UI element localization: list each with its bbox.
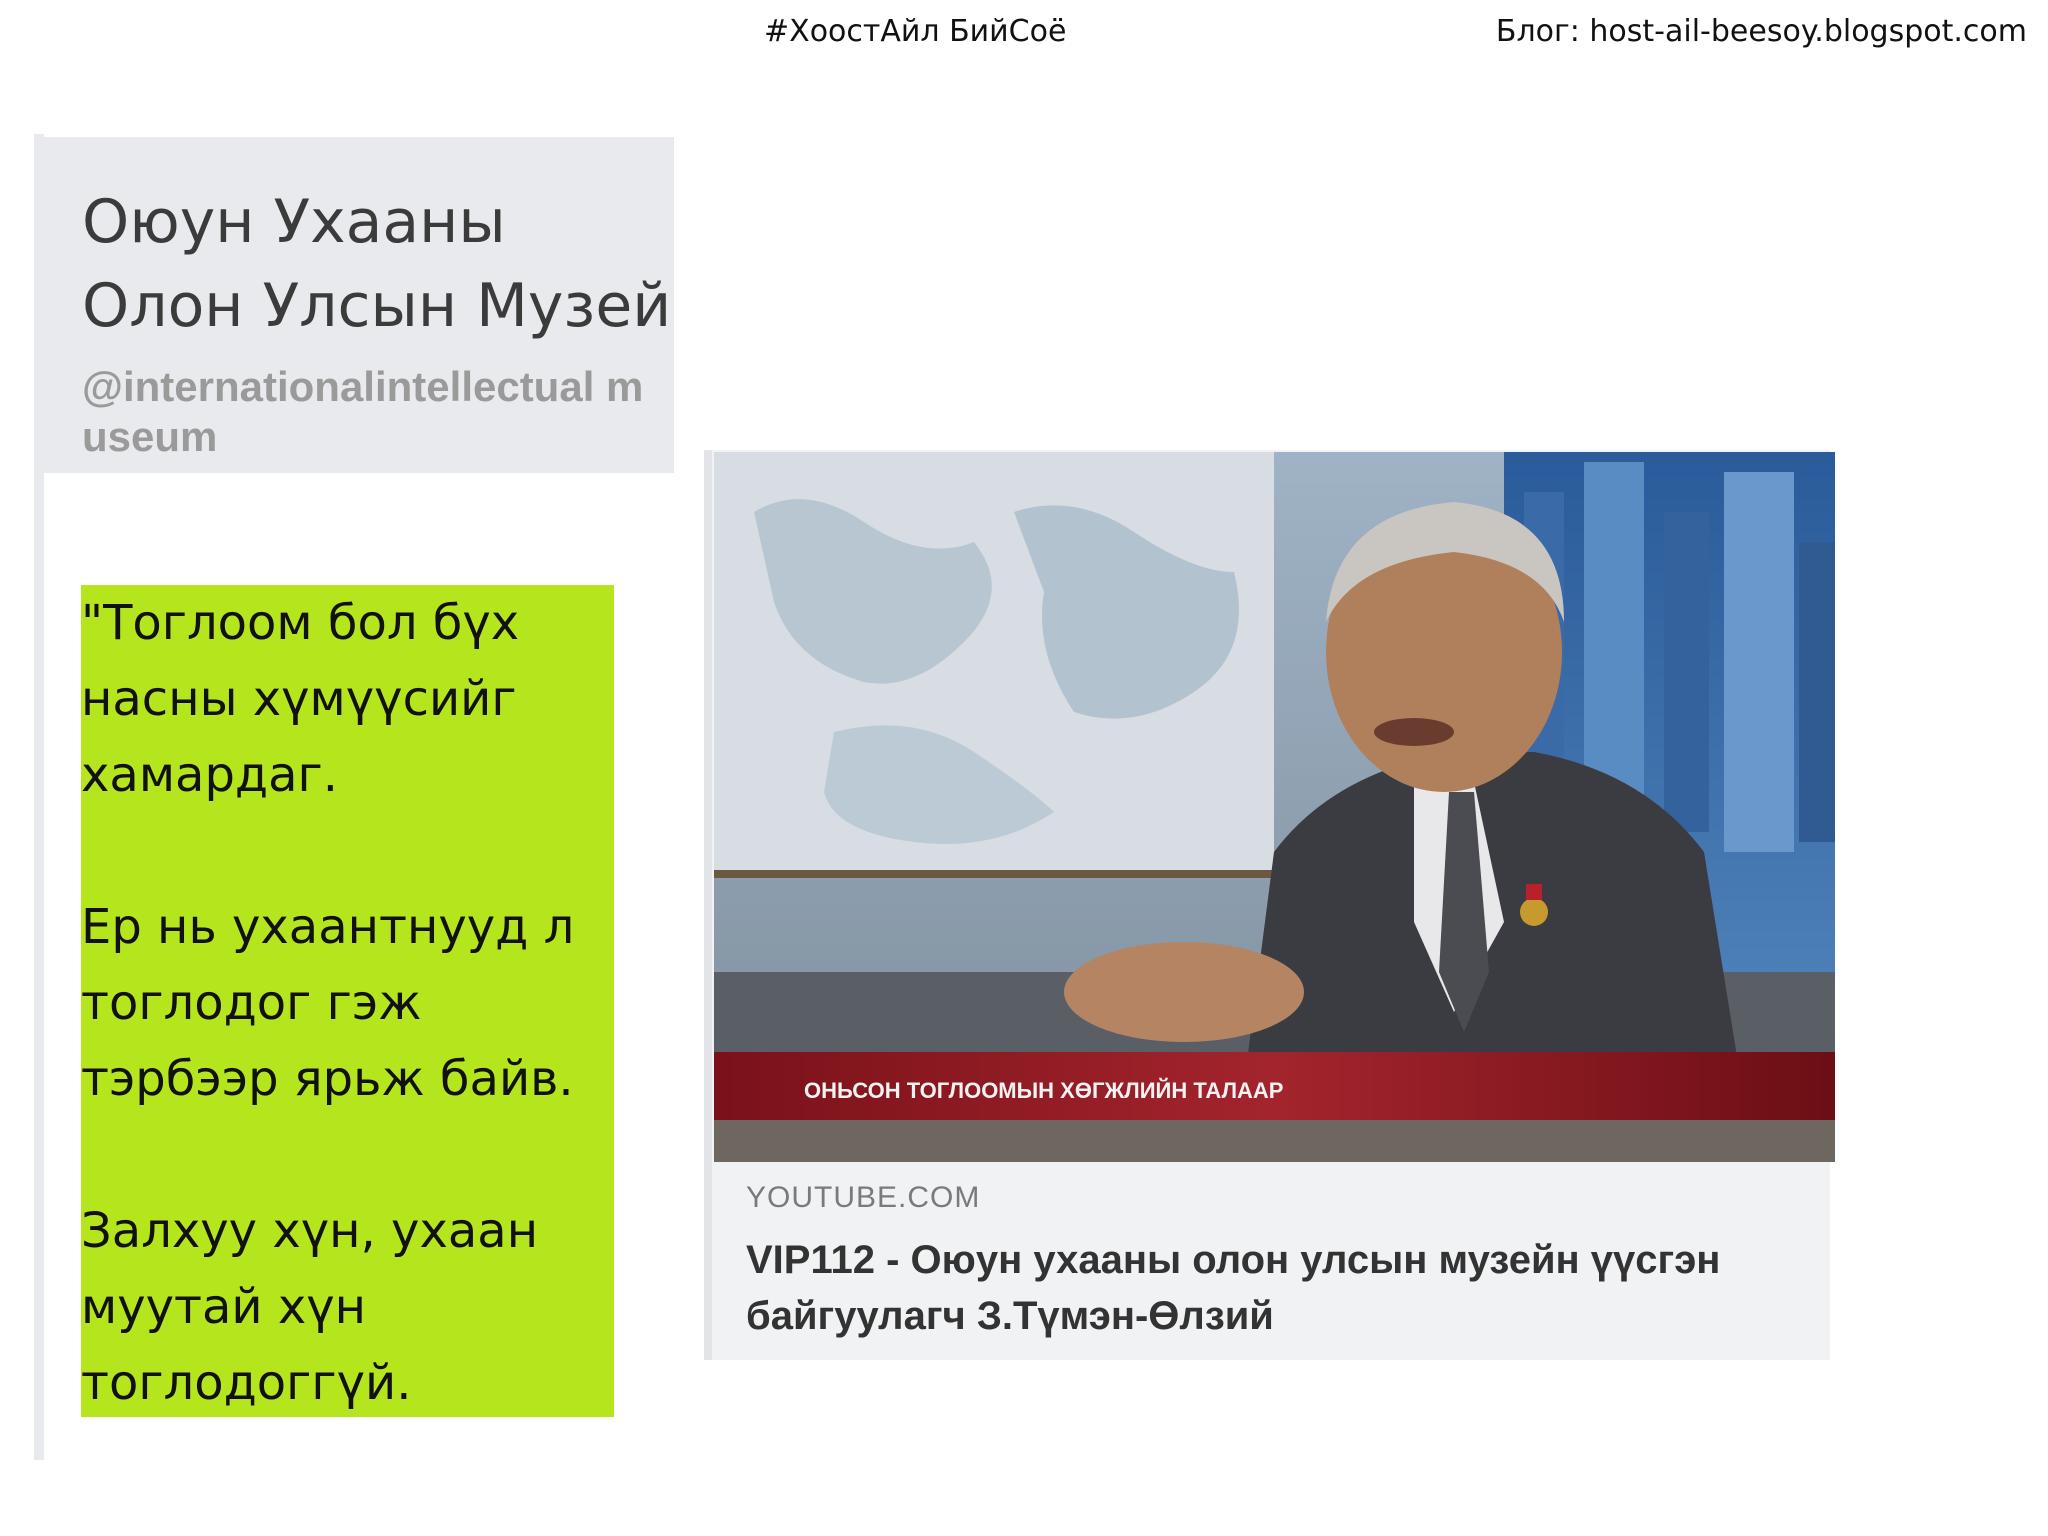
- quote-paragraph: "Тоглоом бол бүх насны хүмүүсийг хамарда…: [81, 595, 520, 803]
- link-source-domain: YOUTUBE.COM: [746, 1181, 981, 1214]
- video-frame-image: ОНЬСОН ТОГЛООМЫН ХӨГЖЛИЙН ТАЛААР: [714, 452, 1835, 1162]
- hashtag-text: #ХоостАйл БийСоё: [764, 14, 1067, 49]
- page-title-line1: Оюун Ухааны: [82, 187, 506, 257]
- page-handle[interactable]: @internationalintellectual museum: [82, 362, 662, 462]
- page-title[interactable]: Оюун Ухааны Олон Улсын Музей: [82, 180, 682, 348]
- quote-box: "Тоглоом бол бүх насны хүмүүсийг хамарда…: [81, 585, 614, 1417]
- video-thumbnail[interactable]: ОНЬСОН ТОГЛООМЫН ХӨГЖЛИЙН ТАЛААР: [714, 452, 1835, 1162]
- blog-link[interactable]: Блог: host-ail-beesoy.blogspot.com: [1496, 14, 2027, 49]
- video-title-link[interactable]: VIP112 - Оюун ухааны олон улсын музейн ү…: [746, 1232, 1826, 1344]
- quote-paragraph: Залхуу хүн, ухаан муутай хүн тоглодоггүй…: [81, 1203, 539, 1411]
- quote-paragraph: Ер нь ухаантнууд л тоглодог гэж тэрбээр …: [81, 899, 575, 1107]
- page-title-line2: Олон Улсын Музей: [82, 271, 672, 341]
- lower-third-text: ОНЬСОН ТОГЛООМЫН ХӨГЖЛИЙН ТАЛААР: [804, 1078, 1283, 1103]
